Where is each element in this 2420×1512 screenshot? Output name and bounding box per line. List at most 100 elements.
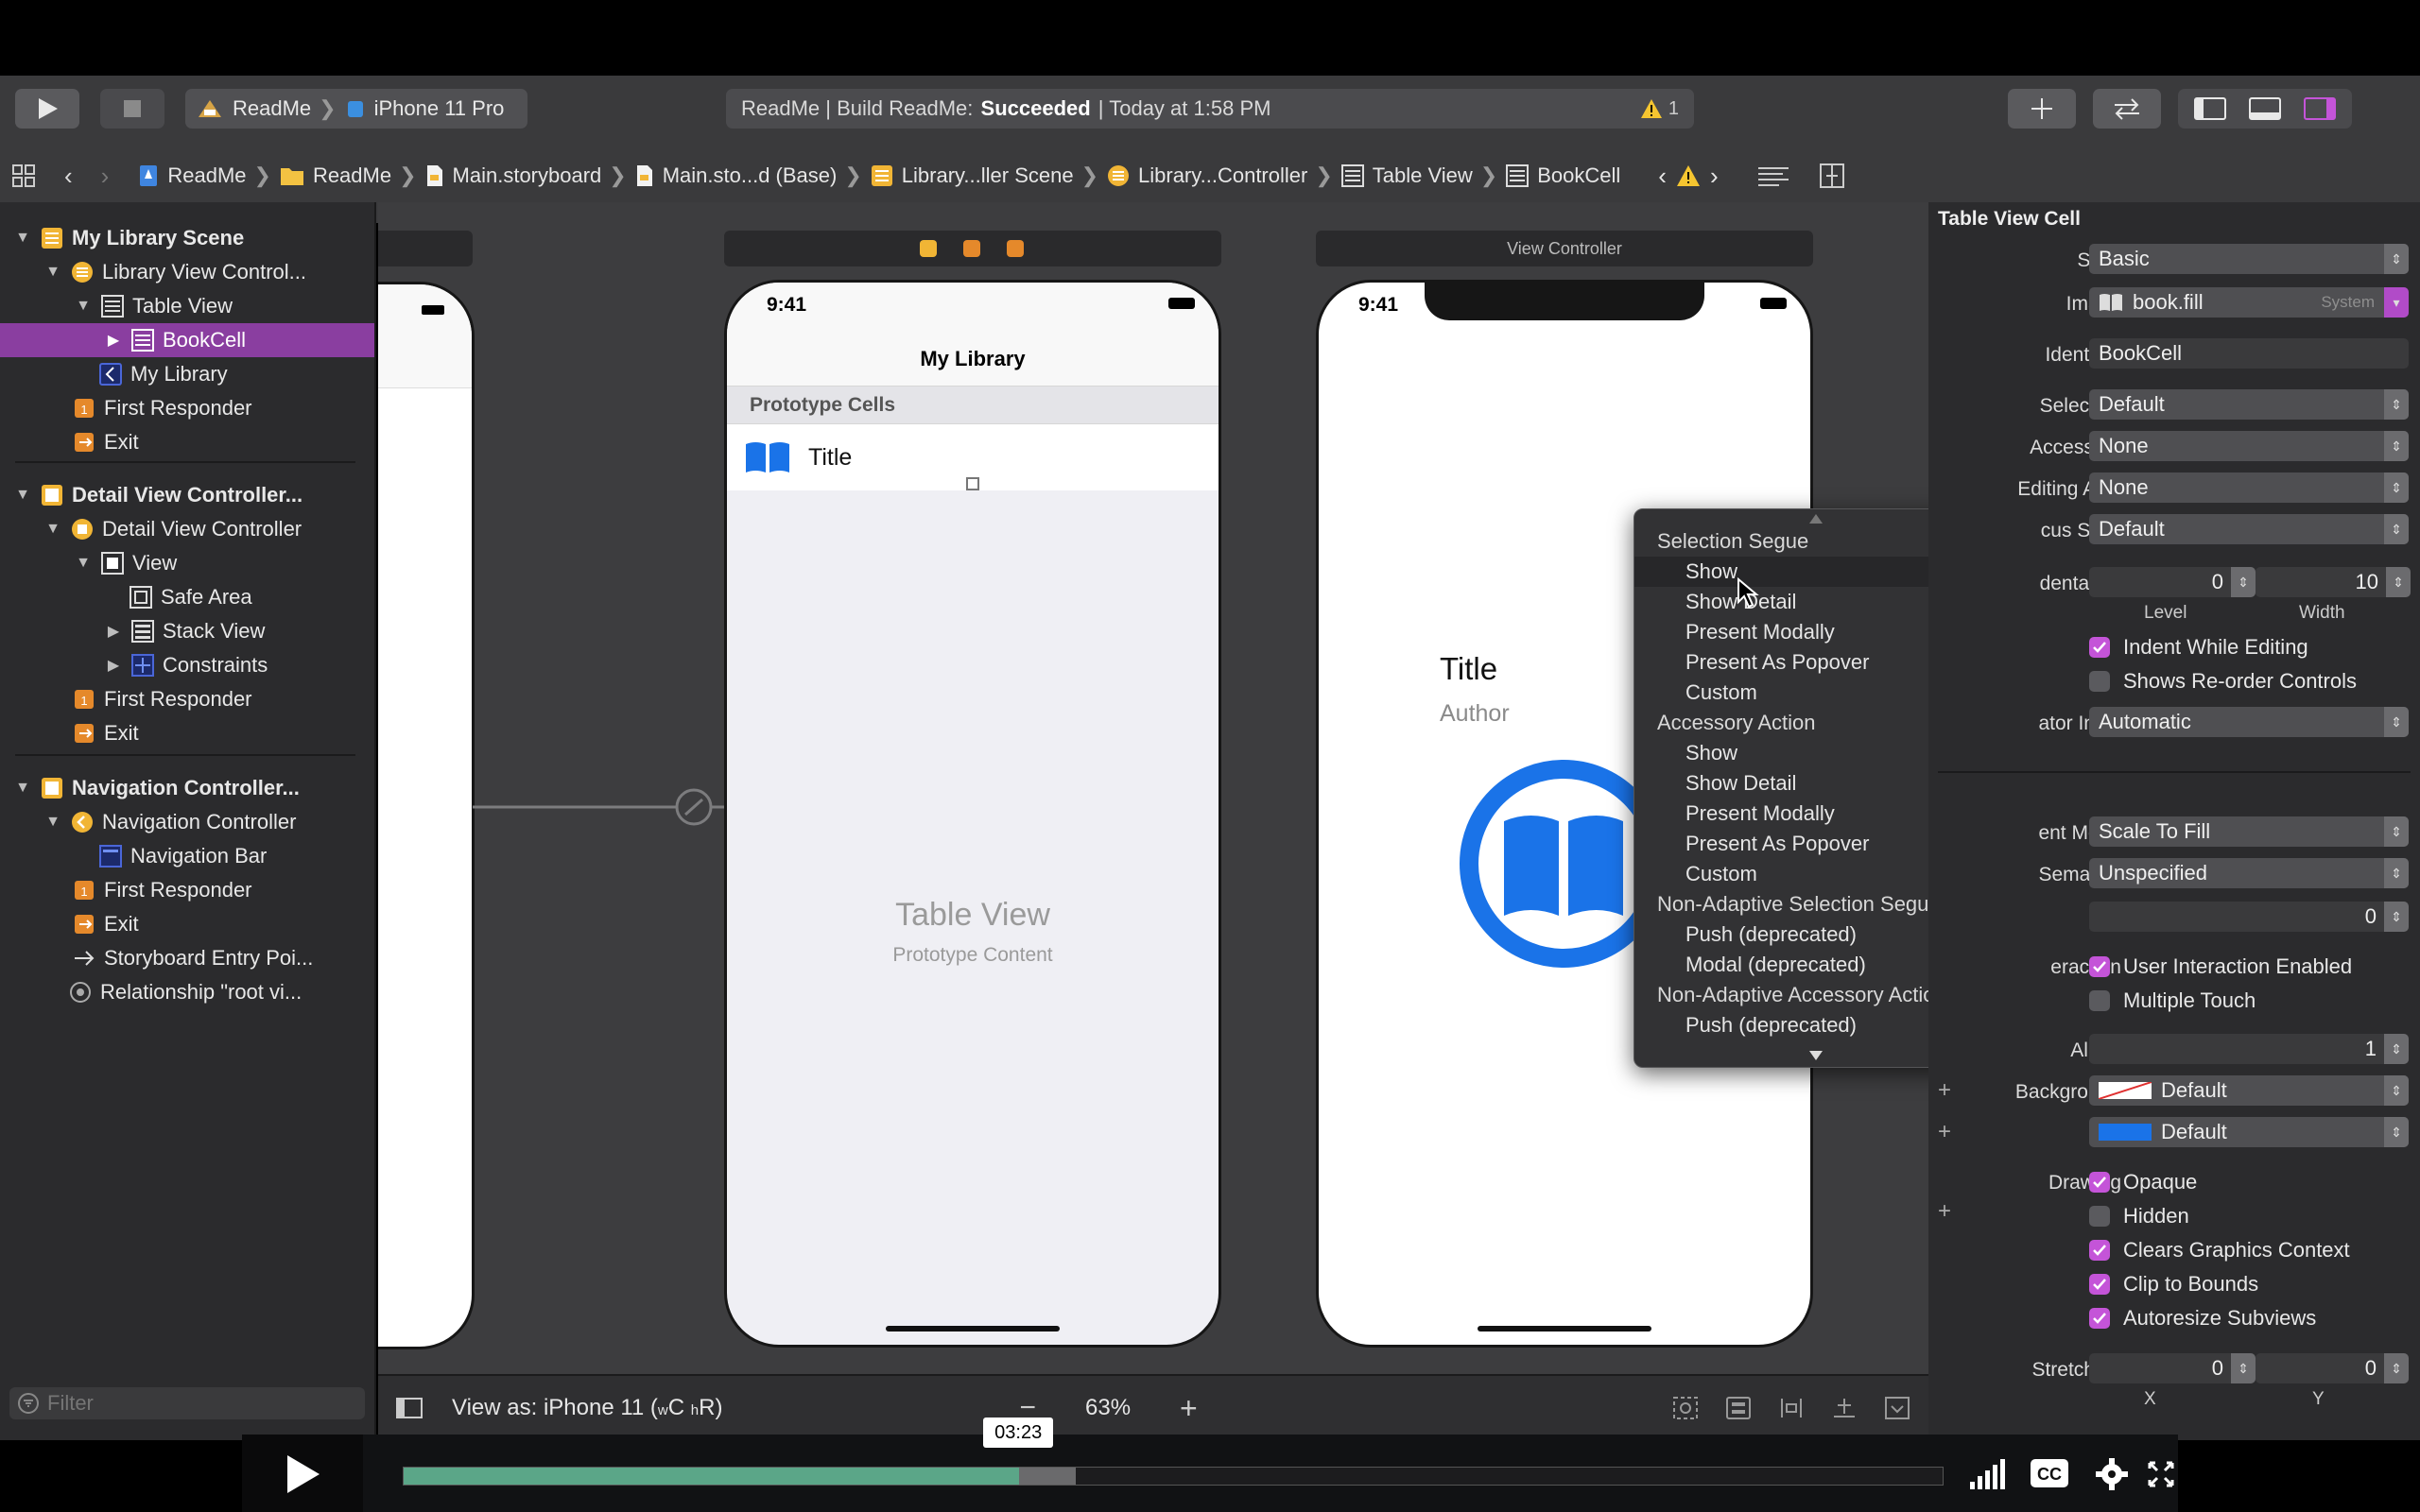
outline-row-library-scene[interactable]: ▼ My Library Scene [0, 221, 374, 255]
closed-captions-icon[interactable]: CC [2029, 1457, 2070, 1489]
outline-row-table-view[interactable]: ▼ Table View [0, 289, 374, 323]
disclosure-open-icon[interactable]: ▼ [13, 487, 32, 504]
style-popup[interactable]: Basic ⇕ [2089, 244, 2409, 274]
outline-row-stack-view[interactable]: ▶ Stack View [0, 614, 374, 648]
semantic-popup[interactable]: Unspecified ⇕ [2089, 858, 2409, 888]
stretch-x-field[interactable]: 0 ⇕ [2089, 1353, 2256, 1383]
navigation-controller-frame[interactable] [378, 282, 475, 1349]
shows-reorder-checkbox[interactable]: Shows Re-order Controls [2089, 669, 2357, 694]
clip-to-bounds-checkbox[interactable]: Clip to Bounds [2089, 1272, 2258, 1297]
video-progress-track[interactable] [403, 1467, 1944, 1486]
scene-dock[interactable] [378, 231, 473, 266]
add-editor-icon[interactable] [1819, 163, 1845, 189]
fullscreen-icon[interactable] [2146, 1459, 2176, 1489]
resize-handle[interactable] [966, 477, 979, 490]
resolve-issues-icon[interactable] [1883, 1395, 1911, 1421]
outline-row-bookcell[interactable]: ▶ BookCell [0, 323, 374, 357]
indent-level-field[interactable]: 0 ⇕ [2089, 567, 2256, 597]
outline-row-exit[interactable]: Exit [0, 716, 374, 750]
stepper-icon[interactable]: ⇕ [2231, 1353, 2256, 1383]
background-popup[interactable]: Default ⇕ [2089, 1075, 2409, 1106]
disclosure-open-icon[interactable]: ▼ [43, 264, 62, 281]
indent-width-field[interactable]: 10 ⇕ [2256, 567, 2411, 597]
stepper-icon[interactable]: ⇕ [2384, 1034, 2409, 1064]
outline-filter[interactable] [9, 1387, 365, 1419]
clears-graphics-checkbox[interactable]: Clears Graphics Context [2089, 1238, 2350, 1263]
forward-arrow-icon[interactable]: › [101, 162, 110, 191]
disclosure-closed-icon[interactable]: ▶ [104, 656, 123, 675]
disclosure-closed-icon[interactable]: ▶ [104, 331, 123, 350]
indent-while-editing-checkbox[interactable]: Indent While Editing [2089, 635, 2308, 660]
jump-item-cell[interactable]: BookCell [1505, 163, 1620, 188]
focus-style-popup[interactable]: Default ⇕ [2089, 514, 2409, 544]
tint-popup[interactable]: Default ⇕ [2089, 1117, 2409, 1147]
stepper-icon[interactable]: ⇕ [2384, 902, 2409, 932]
run-button[interactable] [15, 89, 79, 129]
update-frames-icon[interactable] [1671, 1395, 1700, 1421]
outline-row-safe-area[interactable]: Safe Area [0, 580, 374, 614]
plus-icon[interactable]: + [1938, 1198, 1951, 1225]
outline-row-entry-point[interactable]: Storyboard Entry Poi... [0, 941, 374, 975]
stepper-icon[interactable]: ⇕ [2384, 1353, 2409, 1383]
back-arrow-icon[interactable]: ‹ [64, 162, 73, 191]
settings-gear-icon[interactable] [2095, 1457, 2129, 1491]
alpha-field[interactable]: 1 ⇕ [2089, 1034, 2409, 1064]
next-issue-icon[interactable]: › [1710, 162, 1719, 191]
hidden-checkbox[interactable]: Hidden [2089, 1204, 2189, 1228]
scroll-up-icon[interactable] [1808, 513, 1824, 524]
debug-toggle-icon[interactable] [2248, 95, 2282, 122]
zoom-in-icon[interactable]: + [1180, 1391, 1198, 1426]
stepper-icon[interactable]: ⇕ [2386, 567, 2411, 597]
outline-row-relationship[interactable]: Relationship "root vi... [0, 975, 374, 1009]
outline-row-exit[interactable]: Exit [0, 907, 374, 941]
outline-row-nav-bar[interactable]: Navigation Bar [0, 839, 374, 873]
selection-popup[interactable]: Default ⇕ [2089, 389, 2409, 420]
outline-row-first-responder[interactable]: 1 First Responder [0, 873, 374, 907]
document-outline-toggle-icon[interactable] [395, 1396, 424, 1420]
disclosure-open-icon[interactable]: ▼ [43, 814, 62, 831]
outline-row-view[interactable]: ▼ View [0, 546, 374, 580]
jump-item-controller[interactable]: Library...Controller [1106, 163, 1307, 188]
warning-indicator[interactable]: 1 [1640, 98, 1679, 120]
navigation-bar[interactable]: 9:41 My Library [727, 283, 1219, 387]
view-as-button[interactable]: View as: iPhone 11 (wC hR) [452, 1395, 722, 1421]
jump-item-base[interactable]: Main.sto...d (Base) [634, 163, 837, 188]
video-play-button[interactable] [242, 1435, 363, 1512]
outline-row-detail-scene[interactable]: ▼ Detail View Controller... [0, 478, 374, 512]
image-field[interactable]: book.fill System ▾ [2089, 287, 2409, 318]
outline-row-detail-controller[interactable]: ▼ Detail View Controller [0, 512, 374, 546]
tag-field[interactable]: 0 ⇕ [2089, 902, 2409, 932]
volume-bars-icon[interactable] [1968, 1457, 2014, 1491]
autoresize-checkbox[interactable]: Autoresize Subviews [2089, 1306, 2316, 1331]
jump-item-table-view[interactable]: Table View [1340, 163, 1473, 188]
code-review-button[interactable] [2093, 89, 2161, 129]
disclosure-open-icon[interactable]: ▼ [13, 230, 32, 247]
accessory-popup[interactable]: None ⇕ [2089, 431, 2409, 461]
disclosure-open-icon[interactable]: ▼ [74, 555, 93, 572]
editing-accessory-popup[interactable]: None ⇕ [2089, 472, 2409, 503]
library-scene-phone[interactable]: 9:41 My Library Prototype Cells Title Ta… [724, 280, 1221, 1348]
user-interaction-checkbox[interactable]: User Interaction Enabled [2089, 954, 2352, 979]
content-mode-popup[interactable]: Scale To Fill ⇕ [2089, 816, 2409, 847]
stepper-icon[interactable]: ⇕ [2231, 567, 2256, 597]
library-button[interactable] [2008, 89, 2076, 129]
add-constraints-icon[interactable] [1830, 1395, 1858, 1421]
jump-item-scene[interactable]: Library...ller Scene [870, 163, 1074, 188]
scene-dock[interactable] [724, 231, 1221, 266]
multiple-touch-checkbox[interactable]: Multiple Touch [2089, 988, 2256, 1013]
filter-input[interactable] [47, 1391, 350, 1416]
disclosure-closed-icon[interactable]: ▶ [104, 622, 123, 641]
outline-row-constraints[interactable]: ▶ Constraints [0, 648, 374, 682]
related-items-button[interactable] [0, 163, 47, 188]
opaque-checkbox[interactable]: Opaque [2089, 1170, 2197, 1194]
outline-row-first-responder[interactable]: 1 First Responder [0, 391, 374, 425]
separator-inset-popup[interactable]: Automatic ⇕ [2089, 707, 2409, 737]
embed-in-stack-icon[interactable] [1724, 1395, 1753, 1421]
jump-item-project[interactable]: ReadMe [137, 163, 247, 188]
detail-title-label[interactable]: Title [1440, 651, 1497, 687]
disclosure-open-icon[interactable]: ▼ [43, 521, 62, 538]
outline-row-nav-scene[interactable]: ▼ Navigation Controller... [0, 771, 374, 805]
outline-row-my-library[interactable]: My Library [0, 357, 374, 391]
jump-item-folder[interactable]: ReadMe [279, 163, 391, 188]
book-cell[interactable]: Title [727, 424, 1219, 490]
